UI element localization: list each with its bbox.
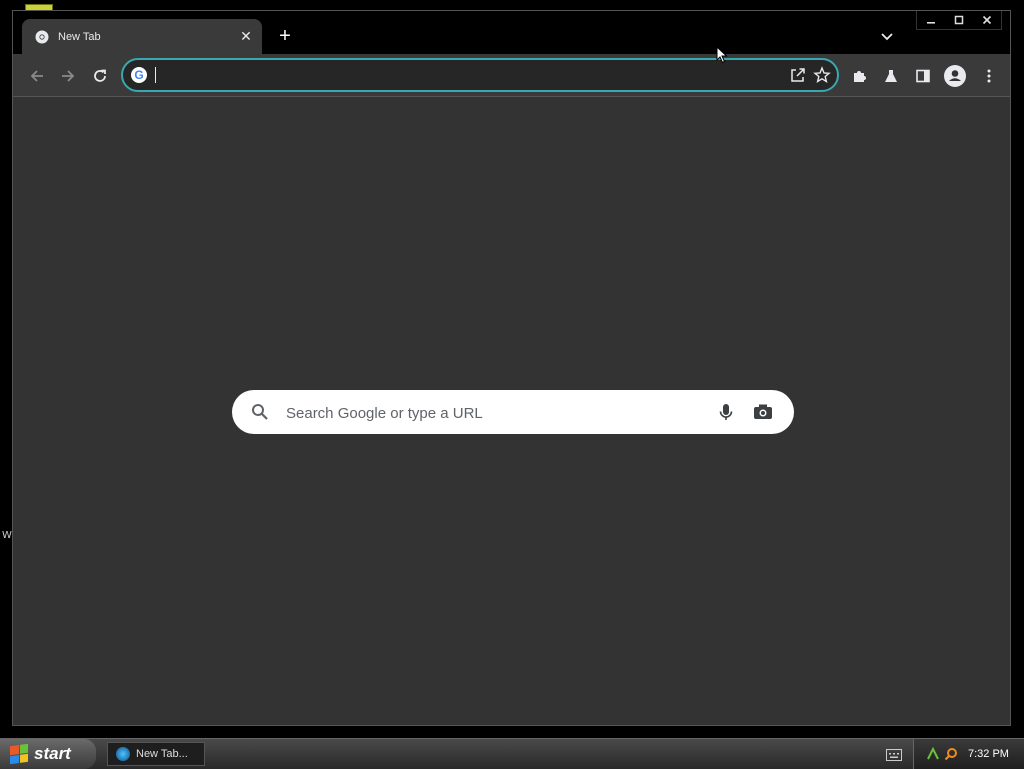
tab-title: New Tab: [58, 30, 101, 43]
start-label: start: [34, 744, 71, 763]
kebab-menu-icon[interactable]: [977, 64, 1001, 88]
browser-app-icon: [116, 747, 130, 761]
flask-icon[interactable]: [879, 64, 903, 88]
minimize-button[interactable]: [917, 11, 945, 29]
window-controls: [916, 11, 1002, 30]
desktop-stray-text: W: [2, 530, 12, 541]
browser-window: New Tab ✕ + G: [12, 10, 1011, 726]
star-icon[interactable]: [813, 66, 831, 84]
new-tab-button[interactable]: +: [273, 25, 297, 49]
taskbar: start New Tab... 7:32 PM: [0, 738, 1024, 769]
profile-icon[interactable]: [943, 64, 967, 88]
arrow-right-icon[interactable]: [56, 64, 80, 88]
mouse-cursor-icon: [716, 45, 728, 69]
chevron-down-icon[interactable]: [877, 27, 897, 47]
network-icon[interactable]: [926, 746, 940, 761]
maximize-button[interactable]: [945, 11, 973, 29]
chrome-icon: [34, 29, 50, 45]
google-icon: G: [131, 67, 147, 83]
ntp-search-box[interactable]: [232, 390, 794, 434]
taskbar-item-new-tab[interactable]: New Tab...: [107, 742, 205, 766]
clock: 7:32 PM: [968, 748, 1009, 760]
side-panel-icon[interactable]: [911, 64, 935, 88]
ntp-search-input[interactable]: [284, 400, 708, 426]
share-icon[interactable]: [789, 66, 807, 84]
keyboard-icon[interactable]: [886, 748, 902, 761]
microphone-icon[interactable]: [716, 402, 736, 422]
address-bar[interactable]: G: [121, 58, 839, 92]
reload-icon[interactable]: [88, 64, 112, 88]
taskbar-item-label: New Tab...: [136, 748, 188, 760]
toolbar: G: [13, 54, 1010, 97]
tab-strip: New Tab ✕ +: [13, 11, 1010, 54]
tab-new-tab[interactable]: New Tab ✕: [22, 19, 262, 54]
search-tray-icon[interactable]: [944, 747, 958, 761]
close-window-button[interactable]: [973, 11, 1001, 29]
address-input[interactable]: [155, 64, 779, 88]
camera-icon[interactable]: [752, 402, 774, 422]
puzzle-icon[interactable]: [847, 64, 871, 88]
windows-logo-icon: [10, 743, 28, 765]
start-button[interactable]: start: [0, 739, 96, 769]
system-tray: 7:32 PM: [913, 739, 1024, 769]
text-caret: [155, 67, 156, 83]
arrow-left-icon[interactable]: [25, 64, 49, 88]
search-icon: [250, 402, 270, 422]
close-icon[interactable]: ✕: [234, 28, 258, 45]
